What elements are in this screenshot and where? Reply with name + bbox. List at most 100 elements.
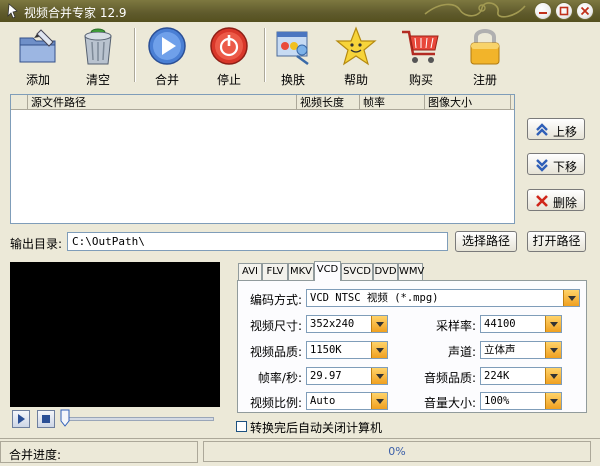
progress-bar: 0%: [203, 441, 591, 462]
buy-label: 购买: [408, 73, 433, 87]
clear-button[interactable]: 清空: [71, 26, 125, 88]
padlock-icon: [470, 29, 500, 65]
move-down-label: 下移: [553, 160, 578, 174]
merge-progress-label: 合并进度:: [9, 448, 62, 462]
stop-power-icon: [210, 27, 248, 65]
title-bar[interactable]: 视频合并专家 12.9: [0, 0, 600, 22]
column-header-blank[interactable]: [11, 95, 28, 110]
channel-label: 声道:: [447, 345, 476, 359]
app-icon: [7, 3, 18, 19]
auto-shutdown-checkbox[interactable]: [236, 421, 247, 432]
choose-path-button[interactable]: 选择路径: [455, 231, 517, 252]
play-icon: [148, 27, 186, 65]
stop-playback-button[interactable]: [37, 410, 55, 428]
sample-rate-value: 44100: [484, 318, 516, 330]
tab-wmv[interactable]: WMV: [398, 263, 424, 280]
video-quality-value: 1150K: [310, 344, 342, 356]
channel-value: 立体声: [484, 344, 516, 356]
maximize-icon: [559, 6, 569, 16]
seek-slider-thumb[interactable]: [60, 409, 70, 427]
add-button[interactable]: 添加: [11, 26, 65, 88]
output-dir-label: 输出目录:: [10, 237, 63, 251]
register-button[interactable]: 注册: [458, 26, 512, 88]
dropdown-arrow-icon: [545, 368, 561, 384]
video-quality-select[interactable]: 1150K: [306, 341, 388, 359]
skin-label: 换肤: [280, 73, 305, 87]
dropdown-arrow-icon: [371, 393, 387, 409]
video-size-select[interactable]: 352x240: [306, 315, 388, 333]
dropdown-arrow-icon: [545, 393, 561, 409]
auto-shutdown-label: 转换完后自动关闭计算机: [250, 421, 383, 435]
clear-label: 清空: [85, 73, 110, 87]
column-header-duration[interactable]: 视频长度: [297, 95, 360, 110]
maximize-button[interactable]: [555, 2, 573, 20]
tab-dvd[interactable]: DVD: [373, 263, 398, 280]
open-path-button[interactable]: 打开路径: [527, 231, 586, 252]
sample-rate-select[interactable]: 44100: [480, 315, 562, 333]
column-header-path[interactable]: 源文件路径: [28, 95, 297, 110]
skin-palette-icon: [276, 31, 309, 66]
settings-panel: 编码方式: VCD NTSC 视频 (*.mpg) 视频尺寸: 352x240 …: [237, 280, 587, 413]
move-up-label: 上移: [553, 125, 578, 139]
buy-button[interactable]: 购买: [394, 26, 448, 88]
window-title: 视频合并专家 12.9: [24, 6, 127, 20]
close-button[interactable]: [576, 2, 594, 20]
help-button[interactable]: 帮助: [329, 26, 383, 88]
volume-label: 音量大小:: [423, 396, 476, 410]
shopping-cart-icon: [402, 30, 439, 63]
volume-select[interactable]: 100%: [480, 392, 562, 410]
video-preview: [10, 262, 220, 407]
tab-flv[interactable]: FLV: [262, 263, 288, 280]
stop-label: 停止: [216, 73, 241, 87]
minimize-icon: [539, 12, 547, 14]
file-list[interactable]: 源文件路径 视频长度 帧率 图像大小: [10, 94, 515, 224]
status-label-pane: 合并进度:: [0, 441, 198, 463]
fps-value: 29.97: [310, 370, 342, 382]
audio-quality-select[interactable]: 224K: [480, 367, 562, 385]
close-icon: [580, 6, 590, 16]
encode-select[interactable]: VCD NTSC 视频 (*.mpg): [306, 289, 580, 307]
progress-text: 0%: [388, 445, 406, 458]
aspect-ratio-value: Auto: [310, 395, 336, 407]
tab-avi[interactable]: AVI: [238, 263, 262, 280]
output-dir-input[interactable]: [67, 232, 448, 251]
double-chevron-up-icon: [536, 123, 548, 136]
seek-track[interactable]: [62, 417, 214, 421]
fps-label: 帧率/秒:: [257, 371, 302, 385]
star-face-icon: [335, 26, 377, 66]
merge-button[interactable]: 合并: [140, 26, 194, 88]
column-header-image-size[interactable]: 图像大小: [425, 95, 511, 110]
delete-label: 删除: [553, 196, 578, 210]
play-button[interactable]: [12, 410, 30, 428]
tab-svcd[interactable]: SVCD: [341, 263, 373, 280]
dropdown-arrow-icon: [545, 342, 561, 358]
slider-thumb-icon: [60, 409, 70, 427]
move-up-button[interactable]: 上移: [527, 118, 585, 140]
audio-quality-label: 音频品质:: [423, 371, 476, 385]
register-label: 注册: [472, 73, 497, 87]
aspect-ratio-label: 视频比例:: [249, 396, 302, 410]
volume-value: 100%: [484, 395, 510, 407]
channel-select[interactable]: 立体声: [480, 341, 562, 359]
aspect-ratio-select[interactable]: Auto: [306, 392, 388, 410]
recycle-bin-icon: [84, 28, 112, 65]
tab-mkv[interactable]: MKV: [288, 263, 314, 280]
audio-quality-value: 224K: [484, 370, 510, 382]
dropdown-arrow-icon: [563, 290, 579, 306]
fps-select[interactable]: 29.97: [306, 367, 388, 385]
delete-button[interactable]: 删除: [527, 189, 585, 211]
stop-button[interactable]: 停止: [202, 26, 256, 88]
column-header-framerate[interactable]: 帧率: [360, 95, 425, 110]
toolbar-separator: [134, 28, 136, 82]
dropdown-arrow-icon: [371, 368, 387, 384]
skin-button[interactable]: 换肤: [266, 26, 320, 88]
move-down-button[interactable]: 下移: [527, 153, 585, 175]
merge-label: 合并: [154, 73, 179, 87]
help-label: 帮助: [343, 73, 368, 87]
tab-vcd[interactable]: VCD: [314, 261, 341, 281]
minimize-button[interactable]: [534, 2, 552, 20]
encode-label: 编码方式:: [249, 293, 302, 307]
stop-square-icon: [42, 415, 50, 423]
video-size-value: 352x240: [310, 318, 355, 330]
sample-rate-label: 采样率:: [435, 319, 476, 333]
